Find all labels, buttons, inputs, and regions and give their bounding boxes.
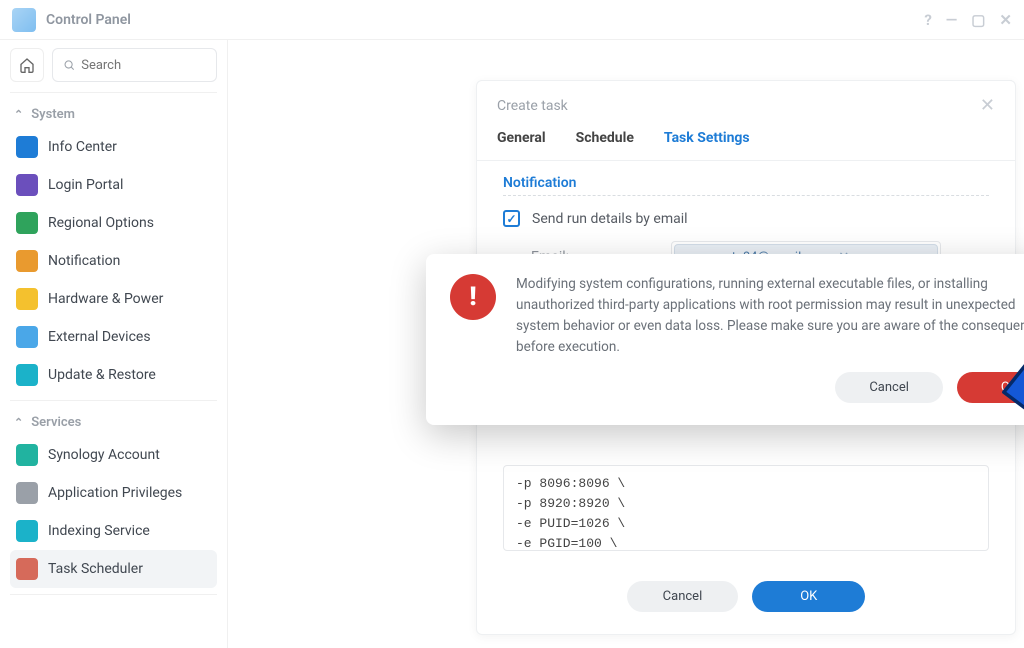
chevron-up-icon: ⌃ [14,416,23,429]
warning-text: Modifying system configurations, running… [516,274,1024,358]
sidebar: ⌃ System Info Center Login Portal Regional O… [0,40,228,648]
window-title: Control Panel [46,12,924,28]
create-task-cancel-button[interactable]: Cancel [627,581,739,612]
maximize-icon[interactable]: ▢ [971,11,985,29]
sidebar-item[interactable]: Notification [10,242,217,280]
sidebar-item-label: Update & Restore [48,367,156,383]
content-area: t run time▲ Owner 02/2022 00:…root03/202… [228,40,1024,648]
group-label: Services [31,415,81,430]
sidebar-item-label: Hardware & Power [48,291,163,307]
sidebar-item-icon [16,250,38,272]
sidebar-item[interactable]: Synology Account [10,436,217,474]
minimize-icon[interactable]: — [946,11,957,29]
sidebar-group-header[interactable]: ⌃ System [10,101,217,128]
sidebar-item-icon [16,482,38,504]
warning-cancel-button[interactable]: Cancel [835,372,943,403]
sidebar-item-label: Indexing Service [48,523,150,539]
search-field[interactable] [81,58,206,73]
warning-ok-button[interactable]: OK [957,372,1024,403]
sidebar-item[interactable]: Task Scheduler [10,550,217,588]
warning-icon: ! [450,274,496,320]
sidebar-item-label: Synology Account [48,447,160,463]
sidebar-item-label: Notification [48,253,120,269]
chevron-up-icon: ⌃ [14,108,23,121]
sidebar-item[interactable]: Login Portal [10,166,217,204]
sidebar-item[interactable]: Indexing Service [10,512,217,550]
sidebar-item-label: Login Portal [48,177,123,193]
sidebar-item-icon [16,326,38,348]
sidebar-item[interactable]: Info Center [10,128,217,166]
sidebar-item-icon [16,520,38,542]
create-task-ok-button[interactable]: OK [752,581,865,612]
tab-task-settings[interactable]: Task Settings [664,130,750,152]
warning-dialog: ! Modifying system configurations, runni… [426,254,1024,425]
sidebar-item[interactable]: Hardware & Power [10,280,217,318]
dialog-close-icon[interactable]: ✕ [980,95,995,116]
sidebar-item-icon [16,444,38,466]
send-email-checkbox[interactable]: ✓ [503,210,520,227]
sidebar-item-icon [16,288,38,310]
close-icon[interactable]: ✕ [999,11,1012,29]
tab-general[interactable]: General [497,130,546,152]
script-textarea[interactable]: -p 8096:8096 \ -p 8920:8920 \ -e PUID=10… [503,465,989,551]
home-button[interactable] [10,48,44,82]
sidebar-item[interactable]: Update & Restore [10,356,217,394]
sidebar-item-label: Info Center [48,139,117,155]
sidebar-item[interactable]: Regional Options [10,204,217,242]
sidebar-item-icon [16,558,38,580]
sidebar-item-label: Regional Options [48,215,154,231]
group-label: System [31,107,75,122]
window-titlebar: Control Panel ? — ▢ ✕ [0,0,1024,40]
sidebar-item[interactable]: Application Privileges [10,474,217,512]
sidebar-item-icon [16,364,38,386]
sidebar-item-icon [16,212,38,234]
send-email-label: Send run details by email [532,211,688,227]
dialog-title: Create task [497,98,568,114]
sidebar-item-label: Task Scheduler [48,561,143,577]
search-input[interactable] [52,48,217,82]
sidebar-item[interactable]: External Devices [10,318,217,356]
sidebar-item-icon [16,174,38,196]
sidebar-group-header[interactable]: ⌃ Services [10,409,217,436]
help-icon[interactable]: ? [924,11,931,29]
tab-schedule[interactable]: Schedule [576,130,634,152]
sidebar-item-icon [16,136,38,158]
notification-heading: Notification [503,175,989,191]
sidebar-item-label: External Devices [48,329,151,345]
app-icon [12,8,36,32]
sidebar-item-label: Application Privileges [48,485,182,501]
